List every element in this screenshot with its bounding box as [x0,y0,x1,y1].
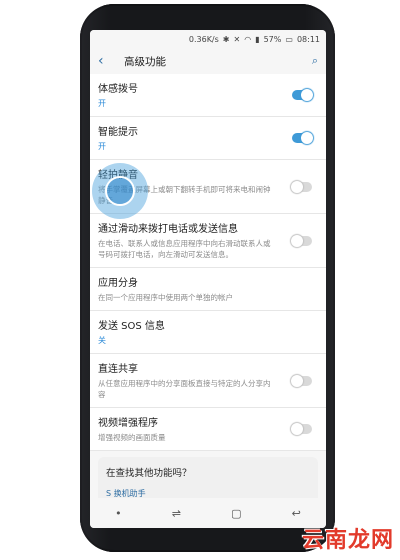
setting-title: 通过滑动来拨打电话或发送信息 [98,224,238,235]
setting-title: 体感拨号 [98,84,138,95]
status-bar: 0.36K/s ✱ ✕ ◠ ▮ 57% ▭ 08:11 [90,30,326,48]
screen: 0.36K/s ✱ ✕ ◠ ▮ 57% ▭ 08:11 ‹ 高级功能 ⌕ 体感拨… [90,30,326,528]
page-title: 高级功能 [124,55,166,68]
network-speed: 0.36K/s [188,34,219,44]
card-title: 在查找其他功能吗？ [106,468,192,479]
toggle-switch[interactable] [291,423,312,435]
toggle-switch[interactable] [292,132,313,144]
mute-icon: ✕ [233,34,241,44]
toggle-switch[interactable] [291,234,312,247]
setting-sos[interactable]: 发送 SOS 信息 关 [90,311,326,354]
toggle-switch[interactable] [291,180,312,193]
app-bar: ‹ 高级功能 ⌕ [90,48,326,74]
setting-status: 关 [98,336,106,345]
setting-status: 开 [98,99,106,108]
battery-level: 57% [263,34,282,44]
back-icon[interactable]: ↩ [292,507,301,520]
recents-icon[interactable]: ⇌ [172,507,181,520]
setting-direct-share[interactable]: 直连共享 从任意应用程序中的分享面板直接与特定的人分享内容 [90,354,326,408]
back-arrow-icon[interactable]: ‹ [98,53,116,69]
setting-description: 在同一个应用程序中使用两个单独的帐户 [98,293,233,302]
setting-title: 应用分身 [98,278,138,289]
setting-description: 增强视频的画面质量 [98,433,166,442]
toggle-switch[interactable] [291,374,312,387]
setting-description: 从任意应用程序中的分享面板直接与特定的人分享内容 [98,379,271,399]
signal-icon: ▮ [255,34,260,44]
setting-description: 在电话、联系人或信息应用程序中向右滑动联系人或号码可拨打电话，向左滑动可发送信息… [98,239,271,259]
setting-title: 发送 SOS 信息 [98,321,165,332]
battery-icon: ▭ [285,34,293,44]
toggle-switch[interactable] [292,89,313,101]
search-icon[interactable]: ⌕ [312,54,318,68]
setting-title: 视频增强程序 [98,418,158,429]
clock: 08:11 [296,34,320,44]
setting-motion-dial[interactable]: 体感拨号 开 [90,74,326,117]
navigation-bar: • ⇌ ▢ ↩ [90,498,326,528]
settings-list: 体感拨号 开 智能提示 开 轻拍静音 将手掌覆盖屏幕上或朝下翻转手机即可将来电和… [90,74,326,451]
bluetooth-icon: ✱ [222,34,230,44]
setting-status: 开 [98,142,106,151]
wifi-icon: ◠ [244,34,252,44]
setting-dual-messenger[interactable]: 应用分身 在同一个应用程序中使用两个单独的帐户 [90,268,326,311]
setting-swipe-to-call[interactable]: 通过滑动来拨打电话或发送信息 在电话、联系人或信息应用程序中向右滑动联系人或号码… [90,214,326,268]
setting-title: 直连共享 [98,364,138,375]
watermark-logo: 云南龙网 [301,528,394,553]
touch-indicator [92,163,148,219]
setting-title: 智能提示 [98,127,138,138]
home-icon[interactable]: ▢ [231,507,241,520]
setting-video-enhancer[interactable]: 视频增强程序 增强视频的画面质量 [90,408,326,451]
setting-smart-alert[interactable]: 智能提示 开 [90,117,326,160]
dot-icon: • [115,506,122,520]
